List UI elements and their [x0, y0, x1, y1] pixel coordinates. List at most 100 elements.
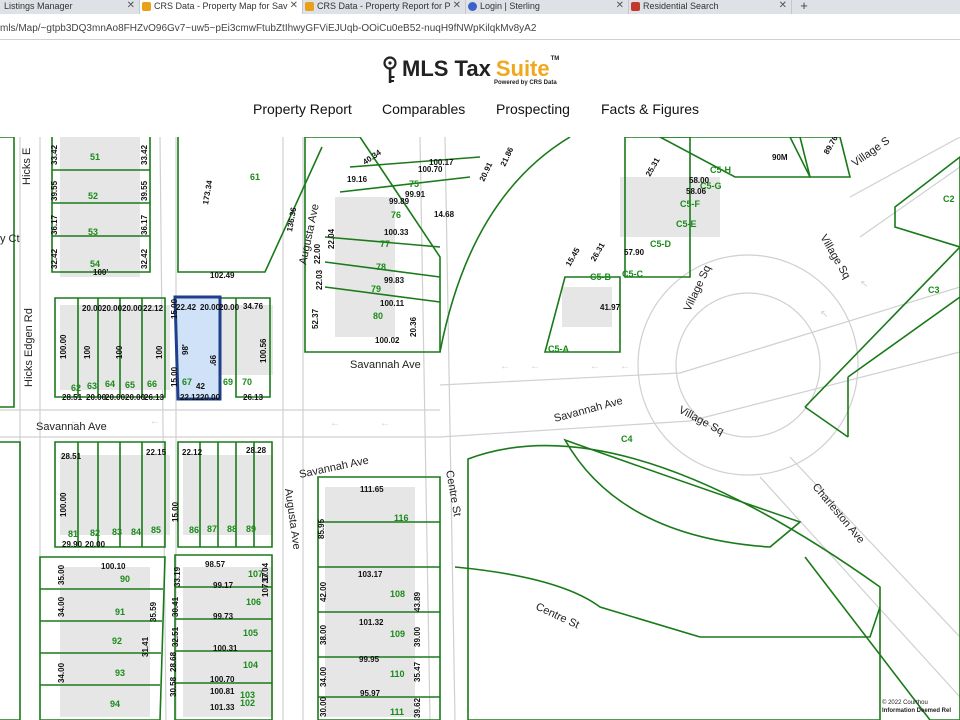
dimension-label: 22.00 [313, 243, 322, 264]
svg-text:←: ← [590, 361, 600, 372]
nav-prospecting[interactable]: Prospecting [496, 101, 570, 117]
site-header: MLS Tax Suite TM Powered by CRS Data Pro… [0, 40, 960, 135]
dimension-label: 21.86 [499, 145, 516, 167]
dimension-label: 100.81 [210, 687, 235, 696]
tab-property-report[interactable]: CRS Data - Property Report for P ✕ [303, 0, 466, 14]
tab-login-sterling[interactable]: Login | Sterling ✕ [466, 0, 629, 14]
close-tab-icon[interactable]: ✕ [779, 0, 787, 12]
tab-property-map[interactable]: CRS Data - Property Map for Sav ✕ [140, 0, 303, 14]
dimension-label: 58.00 [689, 176, 710, 185]
dimension-label: 22.42 [176, 303, 197, 312]
residential-favicon-icon [631, 2, 640, 11]
lot-label: 106 [246, 597, 261, 607]
dimension-label: 102.49 [210, 271, 235, 280]
dimension-label: 20.00 [200, 303, 221, 312]
close-tab-icon[interactable]: ✕ [127, 0, 135, 12]
crs-favicon-icon [305, 2, 314, 11]
dimension-label: 32.51 [171, 626, 180, 647]
lot-label: C2 [943, 194, 955, 204]
dimension-label: 100.00 [59, 334, 68, 359]
dimension-label: 100.56 [259, 338, 268, 363]
new-tab-button[interactable]: + [792, 0, 816, 14]
lot-label: 87 [207, 524, 217, 534]
lot-label: 85 [151, 525, 161, 535]
dimension-label: 101.32 [359, 618, 384, 627]
mls-tax-suite-logo[interactable]: MLS Tax Suite TM Powered by CRS Data [382, 56, 559, 90]
dimension-label: 36.17 [140, 214, 149, 235]
dimension-label: 22.15 [146, 448, 167, 457]
dimension-label: 173.34 [201, 179, 214, 205]
dimension-label: 39.00 [413, 626, 422, 647]
tab-residential-search[interactable]: Residential Search ✕ [629, 0, 792, 14]
lot-label: 79 [371, 284, 381, 294]
key-icon [383, 56, 397, 83]
dimension-label: 89.76 [822, 137, 840, 156]
dimension-label: 22.12 [182, 448, 203, 457]
lot-label: 62 [71, 383, 81, 393]
close-tab-icon[interactable]: ✕ [290, 0, 298, 12]
copyright-line: © 2022 Courthou [882, 700, 928, 706]
dimension-label: 28.68 [169, 651, 178, 672]
dimension-label: 101.33 [210, 703, 235, 712]
svg-text:←: ← [150, 416, 160, 427]
lot-label: C4 [621, 434, 633, 444]
dimension-label: 34.76 [243, 302, 264, 311]
nav-facts-figures[interactable]: Facts & Figures [601, 101, 699, 117]
lot-label: 64 [105, 379, 115, 389]
lot-label: C5-C [622, 269, 644, 279]
lot-label: C5-B [590, 272, 612, 282]
dimension-label: 15.45 [564, 246, 582, 268]
lot-label: 69 [223, 377, 233, 387]
dimension-label: 43.89 [413, 591, 422, 612]
dimension-label: 38.00 [319, 624, 328, 645]
dimension-label: 100.31 [213, 644, 238, 653]
dimension-label: 25.31 [644, 156, 662, 178]
dimension-label: 22.12 [143, 304, 164, 313]
logo-powered-by: Powered by CRS Data [494, 80, 557, 86]
dimension-label: 35.59 [149, 601, 158, 622]
dimension-label: 100 [83, 345, 92, 359]
map-copyright: © 2022 Courthou Information Deemed Rel [882, 699, 951, 715]
property-map[interactable]: ← ← ← ← ← ← ← ← ↖ ↖ Hicks E y Ct Hicks E… [0, 137, 960, 720]
close-tab-icon[interactable]: ✕ [453, 0, 461, 12]
dimension-label: 20.00 [85, 540, 106, 549]
dimension-label: 39.55 [50, 180, 59, 201]
lot-label: 116 [394, 513, 409, 523]
url-text[interactable]: mls/Map/~gtpb3DQ3mnAo8FHZvO96Gv7~uw5~pEi… [0, 23, 536, 34]
nav-property-report[interactable]: Property Report [253, 101, 352, 117]
lot-label: 82 [90, 528, 100, 538]
svg-text:←: ← [620, 361, 630, 372]
dimension-label: 99' [208, 355, 217, 366]
nav-comparables[interactable]: Comparables [382, 101, 465, 117]
dimension-label: 32.42 [50, 248, 59, 269]
tab-title: Residential Search [643, 1, 719, 11]
svg-text:←: ← [330, 418, 340, 429]
street-label: Village Sq [817, 233, 852, 282]
lot-label: 103 [240, 690, 255, 700]
lot-label: 84 [131, 527, 141, 537]
address-bar[interactable]: mls/Map/~gtpb3DQ3mnAo8FHZvO96Gv7~uw5~pEi… [0, 14, 960, 40]
dimension-label: 20.00 [125, 393, 146, 402]
tab-listings-manager[interactable]: Listings Manager ✕ [0, 0, 140, 14]
tab-title: Listings Manager [4, 1, 73, 11]
lot-label: 92 [112, 636, 122, 646]
dimension-label: 22.04 [327, 228, 336, 249]
dimension-label: 103.17 [358, 570, 383, 579]
logo-trademark: TM [550, 56, 560, 62]
main-nav: Property Report Comparables Prospecting … [0, 101, 960, 121]
parcel-map-canvas[interactable]: ← ← ← ← ←← ← ← ↖↖ Hicks E y Ct Hicks Edg… [0, 137, 960, 720]
lot-label: 110 [390, 669, 405, 679]
dimension-label: 20.00 [219, 303, 240, 312]
dimension-label: 20.91 [478, 160, 495, 182]
dimension-label: 32.42 [140, 248, 149, 269]
lot-label: C5-E [676, 219, 697, 229]
dimension-label: 15.00 [170, 366, 179, 387]
lot-label: 93 [115, 668, 125, 678]
dimension-label: 34.00 [57, 596, 66, 617]
dimension-label: 95.97 [360, 689, 381, 698]
close-tab-icon[interactable]: ✕ [616, 0, 624, 12]
lot-label: 61 [250, 172, 260, 182]
dimension-label: 20.00 [105, 393, 126, 402]
lot-label: 63 [87, 381, 97, 391]
street-label: Savannah Ave [350, 359, 421, 371]
